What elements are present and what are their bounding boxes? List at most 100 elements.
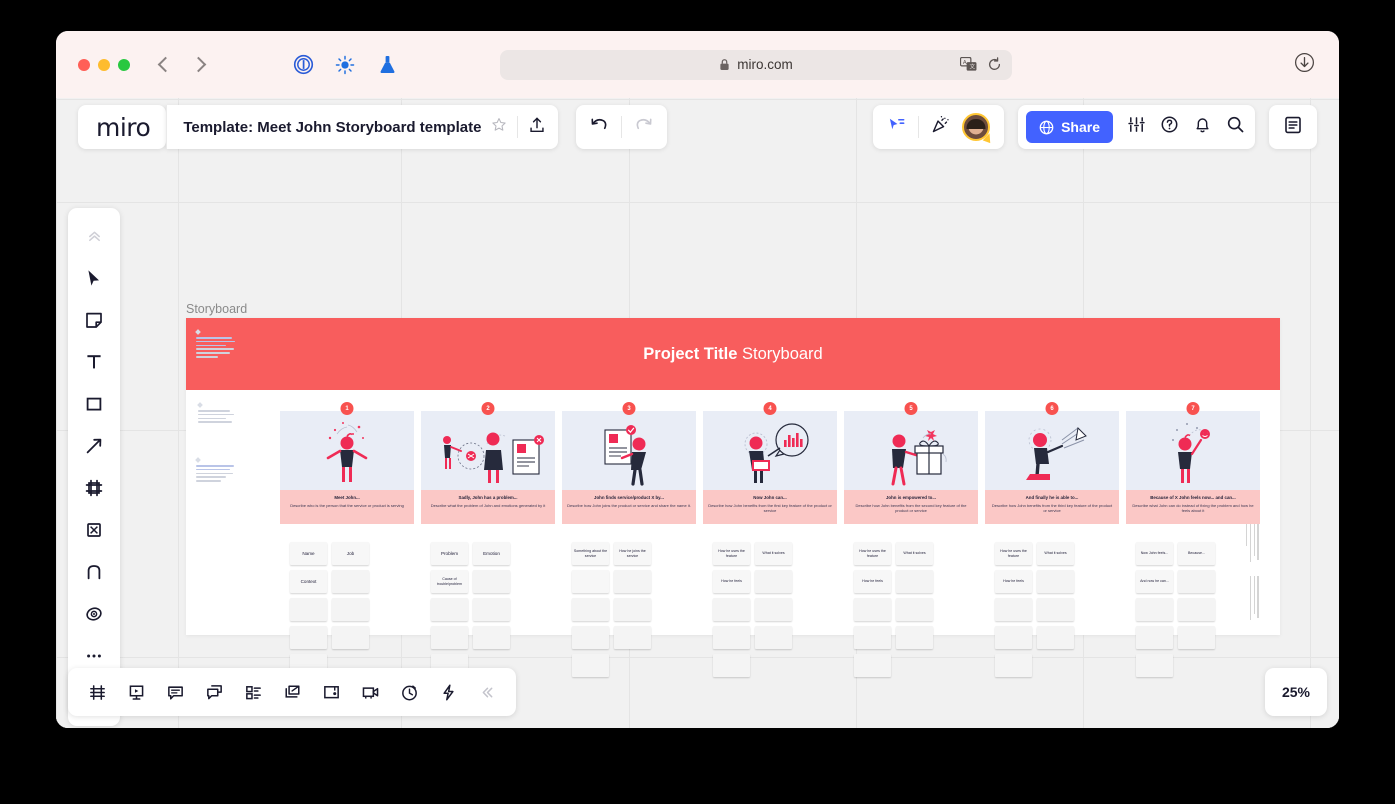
empty-card[interactable] [614, 598, 651, 621]
empty-card[interactable] [896, 598, 933, 621]
column-header-card[interactable]: What it solves [755, 542, 792, 565]
storyboard-panel[interactable]: 1 [280, 411, 414, 677]
empty-card[interactable] [1136, 654, 1173, 677]
minimize-window-button[interactable] [98, 59, 110, 71]
empty-card[interactable] [713, 626, 750, 649]
column-header-card[interactable] [572, 570, 609, 593]
column-header-card[interactable]: Emotion [473, 542, 510, 565]
empty-card[interactable] [332, 626, 369, 649]
download-icon[interactable] [1294, 52, 1315, 78]
column-header-card[interactable]: Cause of trouble/problem [431, 570, 468, 593]
sticky-note-icon[interactable] [74, 300, 114, 340]
timer-icon[interactable] [391, 674, 427, 710]
empty-card[interactable] [755, 570, 792, 593]
column-header-card[interactable]: How he uses the feature [995, 542, 1032, 565]
confetti-icon[interactable] [931, 115, 950, 139]
share-button[interactable]: Share [1026, 111, 1113, 143]
empty-card[interactable] [755, 626, 792, 649]
column-header-card[interactable]: How he feels [854, 570, 891, 593]
empty-card[interactable] [1136, 626, 1173, 649]
column-header-card[interactable]: How he uses the feature [713, 542, 750, 565]
empty-card[interactable] [614, 570, 651, 593]
text-icon[interactable] [74, 342, 114, 382]
empty-card[interactable] [332, 570, 369, 593]
maximize-window-button[interactable] [118, 59, 130, 71]
empty-card[interactable] [572, 626, 609, 649]
presentation-icon[interactable] [118, 674, 154, 710]
video-chat-icon[interactable] [352, 674, 388, 710]
empty-card[interactable] [473, 570, 510, 593]
close-window-button[interactable] [78, 59, 90, 71]
empty-card[interactable] [290, 626, 327, 649]
empty-card[interactable] [1178, 598, 1215, 621]
question-circle-icon[interactable] [1160, 115, 1179, 139]
empty-card[interactable] [1037, 598, 1074, 621]
collapse-left-icon[interactable] [469, 674, 505, 710]
column-header-card[interactable]: Job [332, 542, 369, 565]
empty-card[interactable] [473, 598, 510, 621]
bell-icon[interactable] [1193, 115, 1212, 139]
miro-logo[interactable]: miro [78, 105, 166, 149]
column-header-card[interactable]: And now he can... [1136, 570, 1173, 593]
storyboard-panel[interactable]: 4 [703, 411, 837, 677]
empty-card[interactable] [332, 598, 369, 621]
column-header-card[interactable]: How he feels [713, 570, 750, 593]
avatar[interactable] [962, 113, 990, 141]
empty-card[interactable] [614, 626, 651, 649]
talktrack-icon[interactable] [196, 674, 232, 710]
empty-card[interactable] [1178, 570, 1215, 593]
column-header-card[interactable]: Name [290, 542, 327, 565]
column-header-card[interactable]: Because... [1178, 542, 1215, 565]
undo-icon[interactable] [590, 115, 609, 139]
notes-panel-button[interactable] [1269, 105, 1317, 149]
empty-card[interactable] [995, 598, 1032, 621]
empty-card[interactable] [1037, 570, 1074, 593]
empty-card[interactable] [431, 598, 468, 621]
storyboard-panel[interactable]: 6 And fin [985, 411, 1119, 677]
1password-icon[interactable] [292, 54, 314, 76]
storyboard-panel[interactable]: 5 [844, 411, 978, 677]
empty-card[interactable] [896, 570, 933, 593]
back-chevron-icon[interactable] [158, 57, 174, 73]
empty-card[interactable] [572, 598, 609, 621]
cursor-share-icon[interactable] [887, 115, 906, 139]
column-header-card[interactable]: Context [290, 570, 327, 593]
storyboard-frame[interactable]: Project Title Storyboard [186, 318, 1280, 635]
forward-chevron-icon[interactable] [191, 57, 207, 73]
storyboard-panel[interactable]: 3 [562, 411, 696, 677]
column-header-card[interactable]: How he feels [995, 570, 1032, 593]
column-header-card[interactable]: How he joins the service [614, 542, 651, 565]
empty-card[interactable] [290, 598, 327, 621]
frames-icon[interactable] [79, 674, 115, 710]
zoom-level-button[interactable]: 25% [1265, 668, 1327, 716]
cursor-icon[interactable] [74, 258, 114, 298]
export-icon[interactable] [274, 674, 310, 710]
shape-icon[interactable] [74, 384, 114, 424]
comment-icon[interactable] [74, 594, 114, 634]
column-header-card[interactable]: Problem [431, 542, 468, 565]
empty-card[interactable] [854, 626, 891, 649]
sliders-icon[interactable] [1127, 115, 1146, 139]
empty-card[interactable] [473, 626, 510, 649]
column-header-card[interactable]: What it solves [1037, 542, 1074, 565]
empty-card[interactable] [755, 598, 792, 621]
apps-icon[interactable] [430, 674, 466, 710]
cards-icon[interactable] [235, 674, 271, 710]
image-icon[interactable] [74, 510, 114, 550]
empty-card[interactable] [854, 598, 891, 621]
collapse-up-icon[interactable] [74, 216, 114, 256]
column-header-card[interactable]: Now John feels... [1136, 542, 1173, 565]
empty-card[interactable] [431, 626, 468, 649]
flask-icon[interactable] [376, 54, 398, 76]
upload-icon[interactable] [528, 116, 546, 139]
empty-card[interactable] [713, 654, 750, 677]
star-icon[interactable] [491, 117, 507, 138]
empty-card[interactable] [896, 626, 933, 649]
empty-card[interactable] [713, 598, 750, 621]
empty-card[interactable] [995, 654, 1032, 677]
empty-card[interactable] [995, 626, 1032, 649]
empty-card[interactable] [854, 654, 891, 677]
empty-card[interactable] [1136, 598, 1173, 621]
brightness-icon[interactable] [334, 54, 356, 76]
screen-share-icon[interactable] [313, 674, 349, 710]
